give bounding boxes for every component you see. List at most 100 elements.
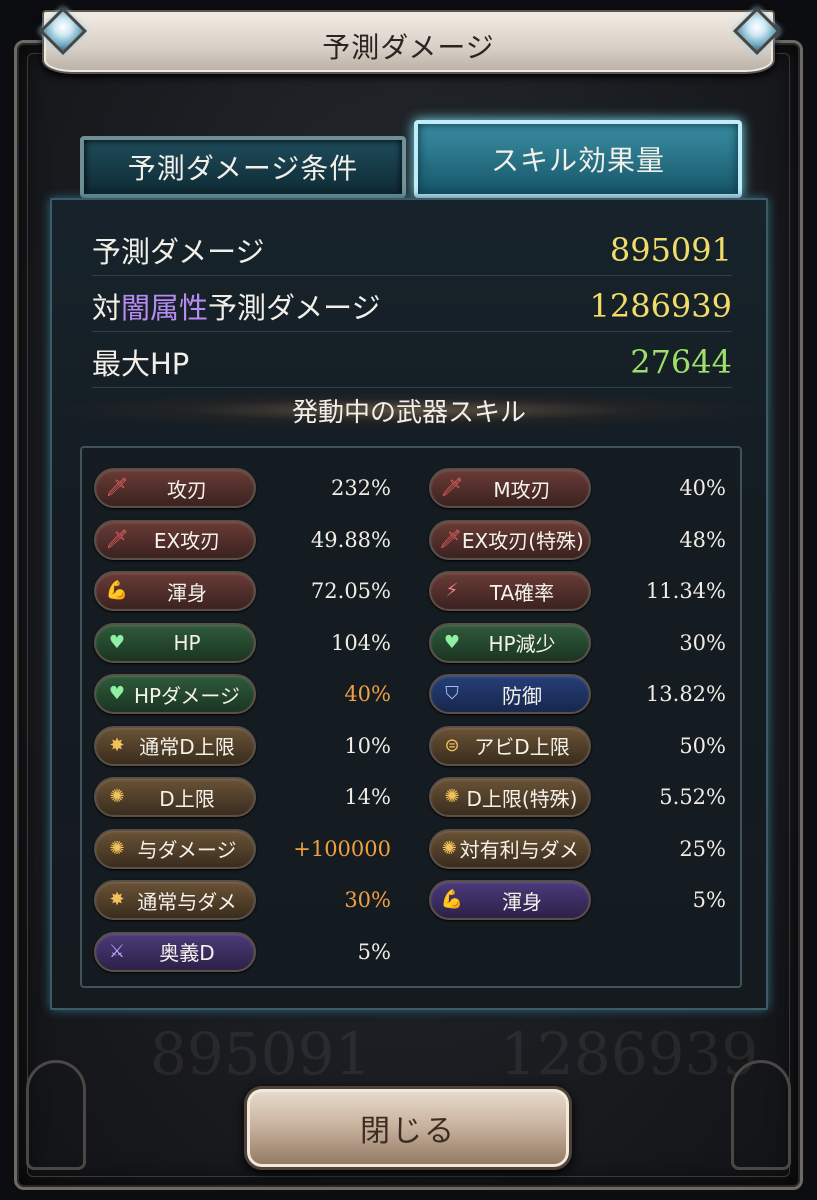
skill-value: 50% bbox=[679, 733, 726, 758]
skill-value: 40% bbox=[679, 476, 726, 500]
weapon-skill-item: ✺ D上限 14% bbox=[94, 777, 391, 817]
skill-value: 30% bbox=[344, 888, 391, 912]
weapon-skill-item: ✺ 与ダメージ +100000 bbox=[94, 828, 391, 869]
skill-name: EX攻刃 bbox=[153, 529, 221, 553]
skill-badge: ⚡ TA確率 bbox=[429, 571, 591, 611]
label-prefix: 対 bbox=[92, 290, 122, 325]
background-ghost-number: 895091 bbox=[150, 1020, 372, 1088]
section-title: 発動中の武器スキル bbox=[52, 392, 766, 428]
tab-label: スキル効果量 bbox=[490, 144, 665, 177]
skill-badge: ✸ 通常D上限 bbox=[94, 725, 256, 766]
frame-ornament-right bbox=[731, 1060, 791, 1170]
stat-label: 最大HP bbox=[92, 346, 190, 381]
sun-ring-icon: ✺ bbox=[444, 786, 460, 807]
skill-value: 25% bbox=[679, 836, 726, 861]
skill-name: 渾身 bbox=[502, 889, 542, 914]
stat-row-max-hp: 最大HP 27644 bbox=[92, 336, 732, 388]
skill-value: 30% bbox=[679, 630, 726, 655]
tab-skill-effects[interactable]: スキル効果量 bbox=[414, 120, 742, 198]
skill-badge: ✺ D上限 bbox=[94, 777, 256, 817]
skill-badge: ♥ HPダメージ bbox=[94, 674, 256, 714]
skill-badge: 🗡 EX攻刃(特殊) bbox=[429, 519, 591, 560]
skill-badge: 💪 渾身 bbox=[429, 880, 591, 920]
skill-value: 40% bbox=[344, 682, 391, 706]
weapon-skill-item: ✺ 対有利与ダメ 25% bbox=[429, 828, 726, 869]
title-bar: 予測ダメージ bbox=[0, 0, 817, 92]
weapon-skill-item: 🗡 EX攻刃(特殊) 48% bbox=[429, 519, 726, 560]
skill-value: 14% bbox=[344, 785, 391, 809]
skill-name: D上限(特殊) bbox=[466, 786, 578, 811]
weapon-skill-item: ♥ HP 104% bbox=[94, 622, 391, 663]
skill-badge: 🗡 M攻刃 bbox=[429, 468, 591, 508]
burst-icon: ✸ bbox=[109, 734, 125, 756]
weapon-skill-item: ✸ 通常D上限 10% bbox=[94, 725, 391, 766]
stat-value: 27644 bbox=[630, 342, 732, 381]
skill-value: 232% bbox=[330, 476, 391, 500]
skill-badge: ♥ HP bbox=[94, 622, 256, 663]
skill-value: 13.82% bbox=[645, 682, 726, 706]
sword-icon: 🗡 bbox=[105, 528, 129, 550]
dialog-title: 予測ダメージ bbox=[322, 31, 495, 64]
skill-name: アビD上限 bbox=[474, 735, 570, 759]
sun-ring-icon: ✺ bbox=[109, 786, 125, 807]
skill-badge: ⛉ 防御 bbox=[429, 674, 591, 714]
skill-name: HPダメージ bbox=[133, 683, 241, 708]
skill-name: HP減少 bbox=[488, 632, 556, 656]
title-plate: 予測ダメージ bbox=[42, 10, 775, 74]
sword-icon: 🗡 bbox=[105, 477, 129, 498]
skill-value: 5% bbox=[357, 939, 391, 964]
flex-arm-icon: 💪 bbox=[105, 580, 129, 601]
skill-name: 攻刃 bbox=[167, 477, 207, 502]
skill-name: 通常D上限 bbox=[139, 735, 235, 759]
sword-icon: 🗡 bbox=[439, 528, 462, 550]
skill-value: 104% bbox=[330, 630, 391, 655]
weapon-skill-item: ♥ HP減少 30% bbox=[429, 622, 726, 663]
heart-icon: ♥ bbox=[443, 631, 461, 653]
skill-name: 渾身 bbox=[167, 580, 207, 605]
stat-row-vs-dark: 対闇属性予測ダメージ 1286939 bbox=[92, 280, 732, 332]
skill-badge: ⊜ アビD上限 bbox=[429, 725, 591, 766]
label-suffix: 予測ダメージ bbox=[208, 290, 381, 325]
triple-slash-icon: ⚡ bbox=[445, 580, 459, 601]
skill-name: 通常与ダメ bbox=[137, 889, 237, 914]
weapon-skill-item: ⊜ アビD上限 50% bbox=[429, 725, 726, 766]
flex-arm-icon: 💪 bbox=[440, 889, 464, 910]
skill-name: D上限 bbox=[159, 786, 215, 811]
heart-icon: ♥ bbox=[108, 683, 126, 704]
skill-badge: ✺ 与ダメージ bbox=[94, 828, 256, 869]
weapon-skill-item: 💪 渾身 72.05% bbox=[94, 571, 391, 611]
skill-value: 11.34% bbox=[645, 579, 726, 603]
sun-ring-icon: ✺ bbox=[441, 837, 457, 859]
stat-value: 895091 bbox=[609, 230, 732, 269]
skill-value: 5% bbox=[692, 888, 726, 912]
skill-effects-panel: 予測ダメージ 895091 対闇属性予測ダメージ 1286939 最大HP 27… bbox=[50, 198, 768, 1010]
weapon-skills-list: 🗡 攻刃 232% 🗡 M攻刃 40% 🗡 EX攻刃 49.88% 🗡 EX攻刃(特殊) 48% 💪 渾身… bbox=[80, 446, 742, 988]
weapon-skill-item: ✸ 通常与ダメ 30% bbox=[94, 880, 391, 920]
frame-ornament-left bbox=[26, 1060, 86, 1170]
skill-value: 10% bbox=[344, 733, 391, 758]
stat-label: 対闇属性予測ダメージ bbox=[92, 285, 381, 327]
skill-badge: ✸ 通常与ダメ bbox=[94, 880, 256, 920]
weapon-skill-item: ⛉ 防御 13.82% bbox=[429, 674, 726, 714]
stat-label: 予測ダメージ bbox=[92, 234, 265, 269]
tab-damage-conditions[interactable]: 予測ダメージ条件 bbox=[80, 136, 406, 198]
element-name: 闇属性 bbox=[121, 290, 209, 325]
skill-badge: ✺ 対有利与ダメ bbox=[429, 828, 591, 869]
skill-badge: 💪 渾身 bbox=[94, 571, 256, 611]
close-button[interactable]: 閉じる bbox=[244, 1086, 572, 1170]
shield-icon: ⛉ bbox=[445, 683, 459, 704]
skill-badge: ✺ D上限(特殊) bbox=[429, 777, 591, 817]
weapon-skill-item: ⚔ 奥義D 5% bbox=[94, 931, 391, 972]
skill-value: 49.88% bbox=[310, 527, 391, 552]
striped-circle-icon: ⊜ bbox=[444, 734, 460, 756]
skill-name: EX攻刃(特殊) bbox=[461, 529, 584, 553]
skill-name: HP bbox=[173, 630, 201, 655]
skill-value: +100000 bbox=[293, 836, 391, 861]
weapon-skill-item: 🗡 攻刃 232% bbox=[94, 468, 391, 508]
skill-badge: ♥ HP減少 bbox=[429, 622, 591, 663]
skill-name: 与ダメージ bbox=[137, 838, 237, 862]
weapon-skill-item: 💪 渾身 5% bbox=[429, 880, 726, 920]
heart-icon: ♥ bbox=[108, 631, 126, 653]
sun-ring-icon: ✺ bbox=[109, 837, 125, 859]
skill-value: 5.52% bbox=[659, 785, 726, 809]
